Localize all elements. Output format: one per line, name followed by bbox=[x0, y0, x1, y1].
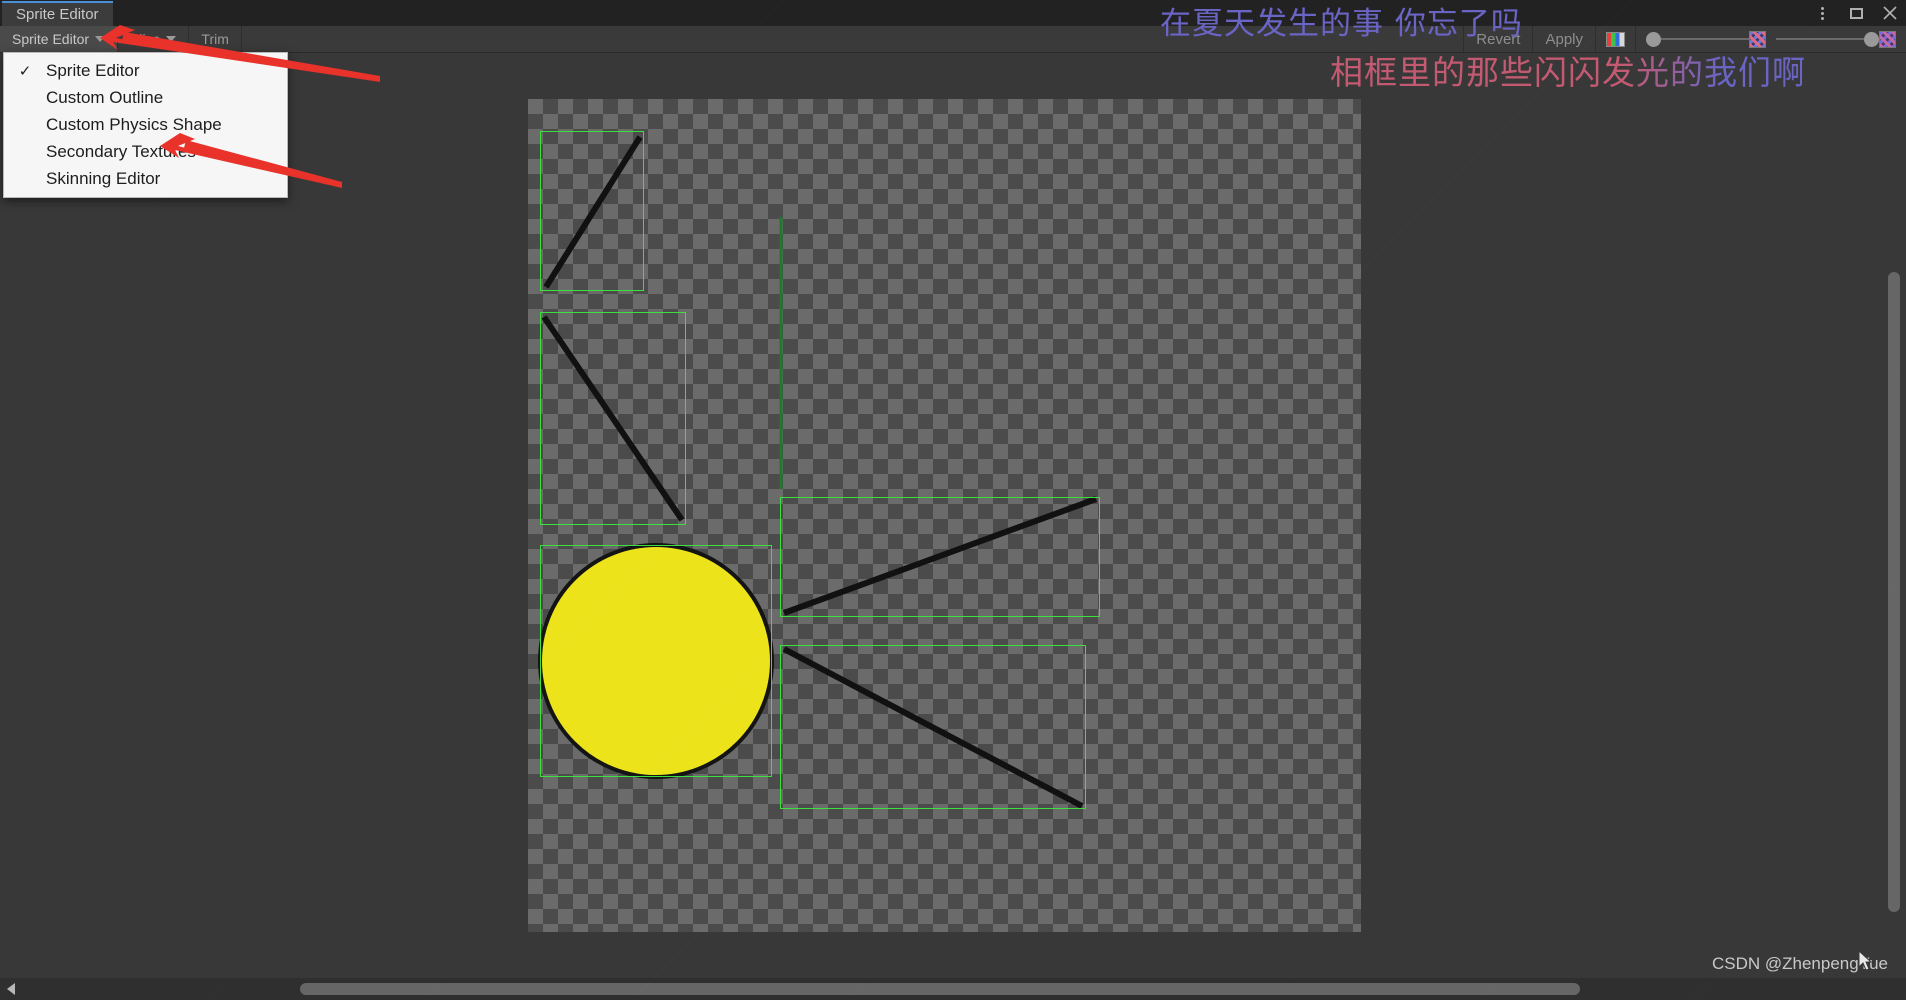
toolbar-right-group: Revert Apply bbox=[1463, 26, 1906, 52]
menu-item-label: Secondary Textures bbox=[46, 141, 196, 161]
scroll-left-arrow-icon[interactable] bbox=[0, 978, 22, 1000]
sprite-canvas[interactable] bbox=[528, 99, 1361, 932]
menu-item-label: Skinning Editor bbox=[46, 168, 161, 188]
horizontal-scrollbar[interactable] bbox=[0, 978, 1906, 1000]
rgb-channel-button[interactable] bbox=[1595, 26, 1635, 52]
revert-label: Revert bbox=[1476, 30, 1521, 48]
horizontal-scrollbar-thumb[interactable] bbox=[300, 983, 1580, 995]
checker-pattern-icon bbox=[1749, 30, 1766, 48]
apply-label: Apply bbox=[1545, 30, 1583, 48]
window-button-group bbox=[1812, 0, 1900, 26]
vertical-scrollbar[interactable] bbox=[1884, 272, 1906, 912]
chevron-down-icon bbox=[166, 36, 177, 42]
more-options-icon[interactable] bbox=[1812, 3, 1832, 23]
close-x-icon[interactable] bbox=[1880, 3, 1900, 23]
mouse-cursor-icon bbox=[1858, 950, 1873, 971]
slice-box[interactable] bbox=[540, 131, 644, 291]
menu-item-label: Custom Outline bbox=[46, 87, 164, 107]
toolbar-slice-dropdown[interactable]: Slice bbox=[118, 26, 190, 52]
slice-box[interactable] bbox=[540, 545, 772, 777]
overlay-lyric-line-2: 相框里的那些闪闪发光的我们啊 bbox=[1330, 46, 1806, 94]
revert-button[interactable]: Revert bbox=[1463, 26, 1532, 52]
slice-box[interactable] bbox=[780, 497, 1100, 617]
toolbar-trim-button[interactable]: Trim bbox=[189, 26, 242, 52]
zoom-slider[interactable] bbox=[1776, 26, 1906, 52]
vertical-dots-icon bbox=[1820, 6, 1824, 20]
toolbar-sprite-editor-dropdown[interactable]: Sprite Editor bbox=[0, 26, 119, 52]
menu-item-secondary-textures[interactable]: Secondary Textures bbox=[4, 138, 287, 165]
menu-item-custom-physics-shape[interactable]: Custom Physics Shape bbox=[4, 111, 287, 138]
slice-box[interactable] bbox=[540, 312, 686, 525]
toolbar-sprite-editor-label: Sprite Editor bbox=[12, 31, 90, 47]
sprite-editor-window: Sprite Editor Sprite Editor Slice Trim R… bbox=[0, 0, 1906, 1000]
checker-pattern-icon-alt bbox=[1879, 30, 1896, 48]
sprite-editor-mode-menu[interactable]: ✓ Sprite Editor Custom Outline Custom Ph… bbox=[3, 52, 288, 198]
zoom-slider-handle[interactable] bbox=[1864, 31, 1879, 47]
tab-sprite-editor[interactable]: Sprite Editor bbox=[2, 1, 113, 26]
menu-item-skinning-editor[interactable]: Skinning Editor bbox=[4, 165, 287, 192]
menu-item-label: Custom Physics Shape bbox=[46, 114, 222, 134]
tab-label: Sprite Editor bbox=[16, 6, 99, 23]
toolbar: Sprite Editor Slice Trim Revert Apply bbox=[0, 26, 1906, 53]
maximize-square-icon[interactable] bbox=[1846, 3, 1866, 23]
vertical-scrollbar-thumb[interactable] bbox=[1888, 272, 1900, 912]
menu-item-label: Sprite Editor bbox=[46, 60, 140, 80]
zoom-slider-track[interactable] bbox=[1776, 38, 1864, 40]
toolbar-slice-label: Slice bbox=[130, 31, 161, 47]
check-icon: ✓ bbox=[18, 62, 32, 80]
chevron-down-icon bbox=[95, 36, 106, 42]
slice-box[interactable] bbox=[780, 645, 1086, 809]
menu-item-custom-outline[interactable]: Custom Outline bbox=[4, 84, 287, 111]
title-bar: Sprite Editor bbox=[0, 0, 1906, 26]
alpha-slider-handle[interactable] bbox=[1646, 31, 1661, 47]
alpha-slider[interactable] bbox=[1635, 26, 1776, 52]
menu-item-sprite-editor[interactable]: ✓ Sprite Editor bbox=[4, 57, 287, 84]
rgb-channel-swatch-icon bbox=[1606, 31, 1625, 47]
alpha-slider-track[interactable] bbox=[1661, 38, 1749, 40]
apply-button[interactable]: Apply bbox=[1532, 26, 1595, 52]
toolbar-trim-label: Trim bbox=[201, 31, 229, 47]
